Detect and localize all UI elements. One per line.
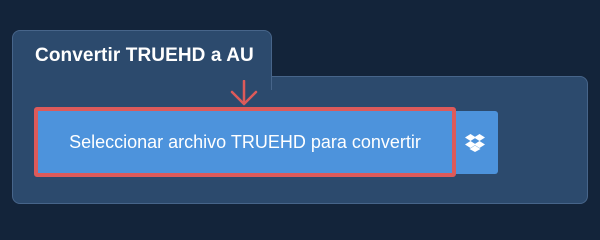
dropbox-button[interactable]	[452, 111, 498, 174]
select-file-label: Seleccionar archivo TRUEHD para converti…	[69, 131, 421, 152]
tab-title: Convertir TRUEHD a AU	[35, 45, 254, 66]
arrow-down-icon	[230, 80, 258, 106]
tab-panel-seam	[13, 74, 271, 78]
dropbox-icon	[465, 133, 485, 152]
select-file-button[interactable]: Seleccionar archivo TRUEHD para converti…	[34, 107, 456, 177]
